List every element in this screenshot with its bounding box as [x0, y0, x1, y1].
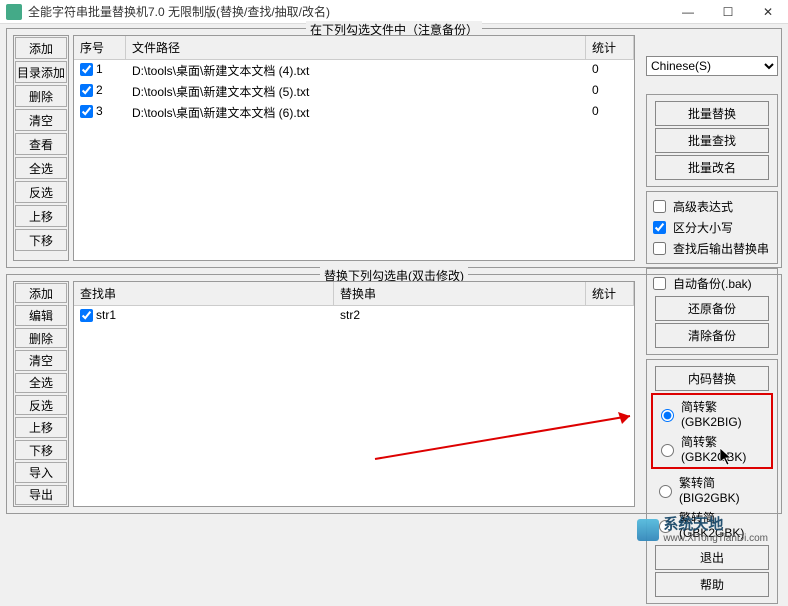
clear-backup-button[interactable]: 清除备份 — [655, 323, 769, 348]
move-up-button[interactable]: 上移 — [15, 205, 67, 227]
code-convert-button[interactable]: 内码替换 — [655, 366, 769, 391]
delete-string-button[interactable]: 删除 — [15, 328, 67, 348]
file-stat: 0 — [586, 60, 634, 81]
auto-backup-check[interactable]: 自动备份(.bak) — [651, 273, 773, 294]
files-table: 序号 文件路径 统计 1D:\tools\桌面\新建文本文档 (4).txt02… — [73, 35, 635, 261]
table-row[interactable]: 3D:\tools\桌面\新建文本文档 (6).txt0 — [74, 102, 634, 123]
row-checkbox[interactable] — [80, 105, 93, 118]
window-title: 全能字符串批量替换机7.0 无限制版(替换/查找/抽取/改名) — [28, 3, 668, 20]
col-find[interactable]: 查找串 — [74, 282, 334, 305]
move-down-string-button[interactable]: 下移 — [15, 440, 67, 460]
table-row[interactable]: 2D:\tools\桌面\新建文本文档 (5).txt0 — [74, 81, 634, 102]
option-check-1[interactable]: 区分大小写 — [651, 217, 773, 238]
batch-replace-button[interactable]: 批量替换 — [655, 101, 769, 126]
option-check-0[interactable]: 高级表达式 — [651, 196, 773, 217]
file-path: D:\tools\桌面\新建文本文档 (5).txt — [126, 81, 586, 102]
col-stat[interactable]: 统计 — [586, 36, 634, 59]
encoding-select[interactable]: Chinese(S) — [646, 56, 778, 76]
file-path: D:\tools\桌面\新建文本文档 (4).txt — [126, 60, 586, 81]
exit-button[interactable]: 退出 — [655, 545, 769, 570]
export-button[interactable]: 导出 — [15, 485, 67, 505]
row-checkbox[interactable] — [80, 309, 93, 322]
col-path[interactable]: 文件路径 — [126, 36, 586, 59]
simplified-to-traditional-group: 简转繁(GBK2BIG)简转繁(GBK2GBK) — [651, 393, 773, 469]
encoding-radio[interactable]: 简转繁(GBK2GBK) — [654, 431, 770, 466]
table-row[interactable]: 1D:\tools\桌面\新建文本文档 (4).txt0 — [74, 60, 634, 81]
invert-strings-button[interactable]: 反选 — [15, 395, 67, 415]
watermark-url: www.XiTongTianDi.com — [663, 533, 768, 544]
close-button[interactable]: ✕ — [748, 0, 788, 24]
add-button[interactable]: 添加 — [15, 37, 67, 59]
watermark-name: 系统天地 — [663, 517, 768, 534]
invert-button[interactable]: 反选 — [15, 181, 67, 203]
maximize-button[interactable]: ☐ — [708, 0, 748, 24]
watermark-icon — [637, 519, 659, 541]
clear-button[interactable]: 清空 — [15, 109, 67, 131]
string-stat — [586, 306, 634, 324]
col-seq[interactable]: 序号 — [74, 36, 126, 59]
help-button[interactable]: 帮助 — [655, 572, 769, 597]
strings-table: 查找串 替换串 统计 str1str2 — [73, 281, 635, 507]
replace-value: str2 — [334, 306, 586, 324]
view-button[interactable]: 查看 — [15, 133, 67, 155]
encoding-radio[interactable]: 简转繁(GBK2BIG) — [654, 396, 770, 431]
encoding-radio[interactable]: 繁转简(BIG2GBK) — [652, 472, 772, 507]
table-row[interactable]: str1str2 — [74, 306, 634, 324]
file-stat: 0 — [586, 102, 634, 123]
restore-backup-button[interactable]: 还原备份 — [655, 296, 769, 321]
batch-rename-button[interactable]: 批量改名 — [655, 155, 769, 180]
col-replace[interactable]: 替换串 — [334, 282, 586, 305]
app-icon — [6, 4, 22, 20]
col-stat2[interactable]: 统计 — [586, 282, 634, 305]
select-all-button[interactable]: 全选 — [15, 157, 67, 179]
row-checkbox[interactable] — [80, 84, 93, 97]
file-stat: 0 — [586, 81, 634, 102]
edit-string-button[interactable]: 编辑 — [15, 305, 67, 325]
clear-strings-button[interactable]: 清空 — [15, 350, 67, 370]
minimize-button[interactable]: — — [668, 0, 708, 24]
row-checkbox[interactable] — [80, 63, 93, 76]
add-string-button[interactable]: 添加 — [15, 283, 67, 303]
files-side-buttons: 添加 目录添加 删除 清空 查看 全选 反选 上移 下移 — [13, 35, 69, 261]
batch-find-button[interactable]: 批量查找 — [655, 128, 769, 153]
select-all-strings-button[interactable]: 全选 — [15, 373, 67, 393]
strings-side-buttons: 添加 编辑 删除 清空 全选 反选 上移 下移 导入 导出 — [13, 281, 69, 507]
move-up-string-button[interactable]: 上移 — [15, 417, 67, 437]
watermark: 系统天地 www.XiTongTianDi.com — [637, 517, 768, 545]
delete-button[interactable]: 删除 — [15, 85, 67, 107]
move-down-button[interactable]: 下移 — [15, 229, 67, 251]
add-dir-button[interactable]: 目录添加 — [15, 61, 67, 83]
import-button[interactable]: 导入 — [15, 462, 67, 482]
file-path: D:\tools\桌面\新建文本文档 (6).txt — [126, 102, 586, 123]
option-check-2[interactable]: 查找后输出替换串 — [651, 238, 773, 259]
